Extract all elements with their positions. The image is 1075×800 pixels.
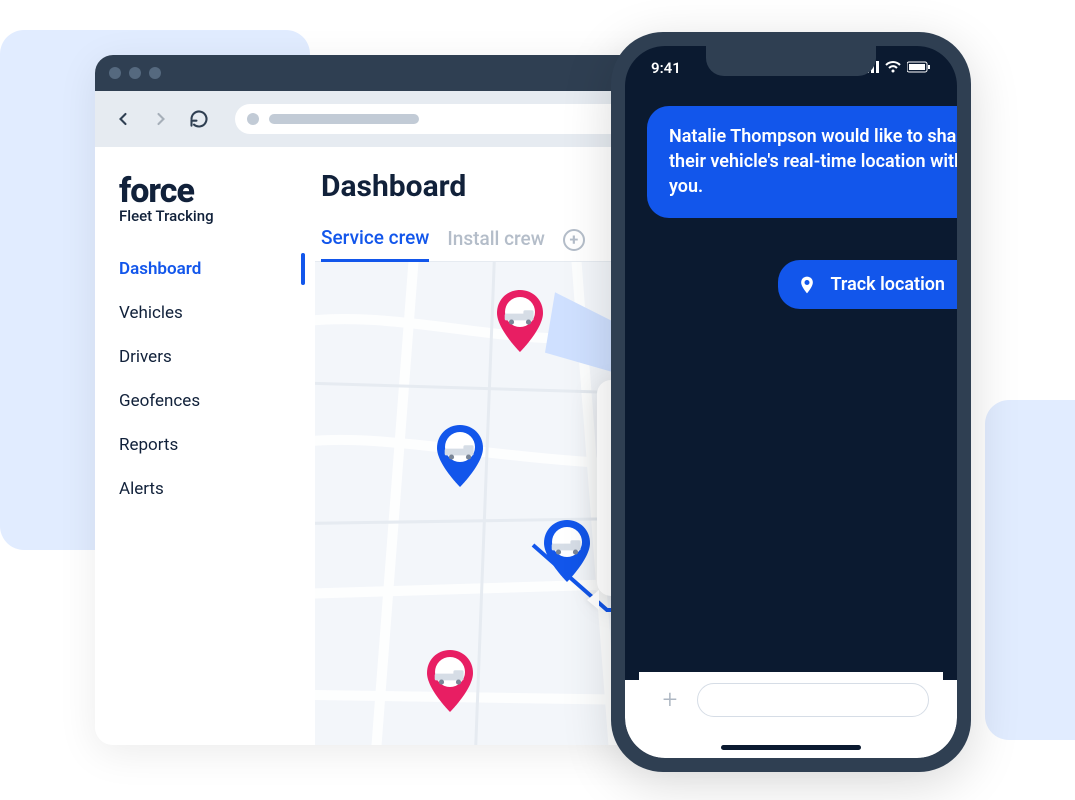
sidebar: force Fleet Tracking Dashboard Vehicles … (95, 147, 305, 745)
phone-input-area: + (625, 680, 957, 758)
sidebar-item-geofences[interactable]: Geofences (95, 379, 305, 423)
track-location-button[interactable]: Track location → (778, 260, 957, 309)
sidebar-item-label: Dashboard (119, 259, 201, 279)
add-tab-button[interactable]: + (563, 229, 585, 251)
url-placeholder (269, 114, 419, 124)
sidebar-item-dashboard[interactable]: Dashboard (95, 247, 305, 291)
location-pin-icon (796, 274, 818, 296)
battery-icon (907, 59, 931, 77)
phone-screen: 9:41 Natalie Thompson would like to shar… (625, 46, 957, 758)
tab-install-crew[interactable]: Install crew (447, 219, 544, 260)
share-message: Natalie Thompson would like to share the… (647, 106, 957, 218)
attach-icon[interactable]: + (653, 685, 687, 715)
window-dot[interactable] (109, 67, 121, 79)
decorative-panel-right (985, 400, 1075, 740)
map-pin[interactable] (495, 290, 545, 352)
phone-time: 9:41 (651, 59, 681, 77)
share-message-text: Natalie Thompson would like to share the… (669, 126, 957, 197)
nav-list: Dashboard Vehicles Drivers Geofences Rep… (95, 247, 305, 511)
sidebar-item-vehicles[interactable]: Vehicles (95, 291, 305, 335)
tab-service-crew[interactable]: Service crew (321, 218, 429, 262)
logo-tagline: Fleet Tracking (119, 207, 281, 225)
sidebar-item-label: Alerts (119, 479, 164, 499)
window-dot[interactable] (149, 67, 161, 79)
lock-icon (247, 113, 259, 125)
back-icon[interactable] (113, 109, 133, 129)
wifi-icon (885, 59, 901, 77)
sidebar-item-reports[interactable]: Reports (95, 423, 305, 467)
sidebar-item-label: Geofences (119, 391, 200, 411)
sidebar-item-label: Drivers (119, 347, 172, 367)
sidebar-item-label: Reports (119, 435, 178, 455)
sidebar-item-drivers[interactable]: Drivers (95, 335, 305, 379)
phone-device: 9:41 Natalie Thompson would like to shar… (611, 32, 971, 772)
forward-icon[interactable] (151, 109, 171, 129)
logo: force Fleet Tracking (95, 171, 305, 247)
logo-name: force (119, 171, 281, 211)
track-location-label: Track location (830, 272, 945, 297)
map-pin[interactable] (425, 650, 475, 712)
sidebar-item-alerts[interactable]: Alerts (95, 467, 305, 511)
home-indicator[interactable] (721, 745, 861, 750)
message-input[interactable] (697, 683, 929, 717)
window-dot[interactable] (129, 67, 141, 79)
phone-notch (706, 46, 876, 76)
sidebar-item-label: Vehicles (119, 303, 183, 323)
map-pin[interactable] (435, 425, 485, 487)
map-pin-selected[interactable] (542, 520, 592, 582)
reload-icon[interactable] (189, 109, 209, 129)
